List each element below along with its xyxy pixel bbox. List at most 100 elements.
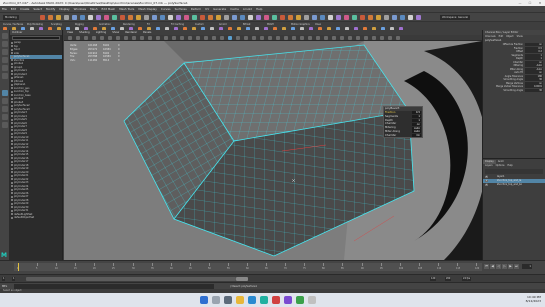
status-line-icon[interactable] (200, 15, 205, 20)
channel-menu-edit[interactable]: Edit (499, 35, 503, 38)
layer-menu-layers[interactable]: Layers (485, 164, 493, 167)
step-forward-icon[interactable]: ▶ (508, 264, 513, 269)
bevel-hud-panel[interactable]: polyBevel3 Fraction 0.5 Segments 1 Depth 1 Cha… (383, 106, 423, 138)
viewport-tool-icon[interactable] (276, 36, 280, 40)
shelf-tab[interactable]: MASH (267, 23, 274, 26)
lasso-tool-icon[interactable] (2, 41, 8, 47)
status-line-icon[interactable] (192, 15, 197, 20)
viewport-tool-icon[interactable] (68, 36, 72, 40)
shelf-tab[interactable]: Rigging (75, 23, 84, 26)
status-line-icon[interactable] (152, 15, 157, 20)
status-line-icon[interactable] (72, 15, 77, 20)
status-line-icon[interactable] (368, 15, 373, 20)
maya-taskbar-icon[interactable] (260, 296, 268, 304)
status-line-icon[interactable] (168, 15, 173, 20)
status-line-icon[interactable] (392, 15, 397, 20)
range-bar[interactable] (26, 277, 236, 281)
select-tool-icon[interactable] (2, 33, 8, 39)
layer-menu-options[interactable]: Options (496, 164, 505, 167)
shelf-tab[interactable]: Bifrost (243, 23, 250, 26)
status-line-icon[interactable] (224, 15, 229, 20)
outliner-item[interactable]: defaultObjectSet (10, 216, 62, 220)
shelf-tab[interactable]: FX Caching (171, 23, 184, 26)
status-line-icon[interactable] (400, 15, 405, 20)
viewport-tool-icon[interactable] (124, 36, 128, 40)
viewport-tool-icon[interactable] (220, 36, 224, 40)
viewport-tool-icon[interactable] (316, 36, 320, 40)
viewport-tool-icon[interactable] (348, 36, 352, 40)
status-line-icon[interactable] (128, 15, 133, 20)
four-view-icon[interactable] (2, 98, 8, 104)
status-line-icon[interactable] (144, 15, 149, 20)
status-line-icon[interactable] (248, 15, 253, 20)
viewport-scene[interactable] (64, 41, 482, 260)
viewport-tool-icon[interactable] (148, 36, 152, 40)
play-forward-icon[interactable]: ▷ (502, 264, 507, 269)
viewport-tool-icon[interactable] (284, 36, 288, 40)
viewport-tool-icon[interactable] (156, 36, 160, 40)
viewport-tool-icon[interactable] (364, 36, 368, 40)
status-line-icon[interactable] (88, 15, 93, 20)
status-line-icon[interactable] (320, 15, 325, 20)
viewport-tool-icon[interactable] (308, 36, 312, 40)
viewport-tool-icon[interactable] (140, 36, 144, 40)
end-frame-field[interactable]: 200 (445, 276, 452, 281)
mode-dropdown[interactable]: Modeling (3, 15, 19, 20)
status-line-icon[interactable] (352, 15, 357, 20)
status-line-icon[interactable] (272, 15, 277, 20)
viewport-tool-icon[interactable] (228, 36, 232, 40)
move-tool-icon[interactable] (2, 57, 8, 63)
status-line-icon[interactable] (304, 15, 309, 20)
shelf-tab[interactable]: Custom (195, 23, 204, 26)
viewport-tool-icon[interactable] (356, 36, 360, 40)
status-line-icon[interactable] (176, 15, 181, 20)
viewport-tool-icon[interactable] (172, 36, 176, 40)
viewport-tool-icon[interactable] (332, 36, 336, 40)
layer-visibility-toggle[interactable]: V (485, 175, 488, 179)
status-line-icon[interactable] (384, 15, 389, 20)
status-line-icon[interactable] (136, 15, 141, 20)
status-line-icon[interactable] (40, 15, 45, 20)
rotate-tool-icon[interactable] (2, 65, 8, 71)
current-time-marker[interactable] (18, 263, 19, 271)
viewport-tool-icon[interactable] (100, 36, 104, 40)
viewport-tool-icon[interactable] (324, 36, 328, 40)
viewport-tool-icon[interactable] (388, 36, 392, 40)
bevel-value[interactable]: On (412, 134, 421, 138)
go-to-end-icon[interactable]: ⏭ (514, 264, 519, 269)
app-icon-2[interactable] (284, 296, 292, 304)
paint-select-icon[interactable] (2, 49, 8, 55)
viewport-tool-icon[interactable] (116, 36, 120, 40)
time-slider[interactable]: 1510152025303540455055606570758085909510… (14, 263, 482, 271)
status-line-icon[interactable] (232, 15, 237, 20)
viewport-tool-icon[interactable] (76, 36, 80, 40)
status-line-icon[interactable] (296, 15, 301, 20)
go-to-start-icon[interactable]: ⏮ (484, 264, 489, 269)
viewport-tool-icon[interactable] (292, 36, 296, 40)
status-line-icon[interactable] (160, 15, 165, 20)
start-frame-field[interactable]: 1 (2, 276, 6, 281)
inner-end-field[interactable]: 120 (430, 276, 437, 281)
workspace-dropdown[interactable]: Workspace: General (440, 15, 471, 20)
status-line-icon[interactable] (264, 15, 269, 20)
play-back-icon[interactable]: ◁ (496, 264, 501, 269)
status-line-icon[interactable] (280, 15, 285, 20)
viewport-tool-icon[interactable] (396, 36, 400, 40)
status-line-icon[interactable] (96, 15, 101, 20)
layer-menu-help[interactable]: Help (507, 164, 512, 167)
viewport-tool-icon[interactable] (236, 36, 240, 40)
status-line-icon[interactable] (344, 15, 349, 20)
explorer-icon[interactable] (236, 296, 244, 304)
task-view-icon[interactable] (224, 296, 232, 304)
start-icon[interactable] (200, 296, 208, 304)
shelf-tab[interactable]: Poly Modeling (27, 23, 43, 26)
channel-row[interactable]: Smoothing Angle 30 (483, 89, 545, 93)
shelf-tab[interactable]: FX (147, 23, 150, 26)
status-line-icon[interactable] (120, 15, 125, 20)
app-icon-3[interactable] (296, 296, 304, 304)
viewport-tool-icon[interactable] (84, 36, 88, 40)
status-line-icon[interactable] (208, 15, 213, 20)
status-line-icon[interactable] (48, 15, 53, 20)
viewport-tool-icon[interactable] (372, 36, 376, 40)
status-line-icon[interactable] (184, 15, 189, 20)
